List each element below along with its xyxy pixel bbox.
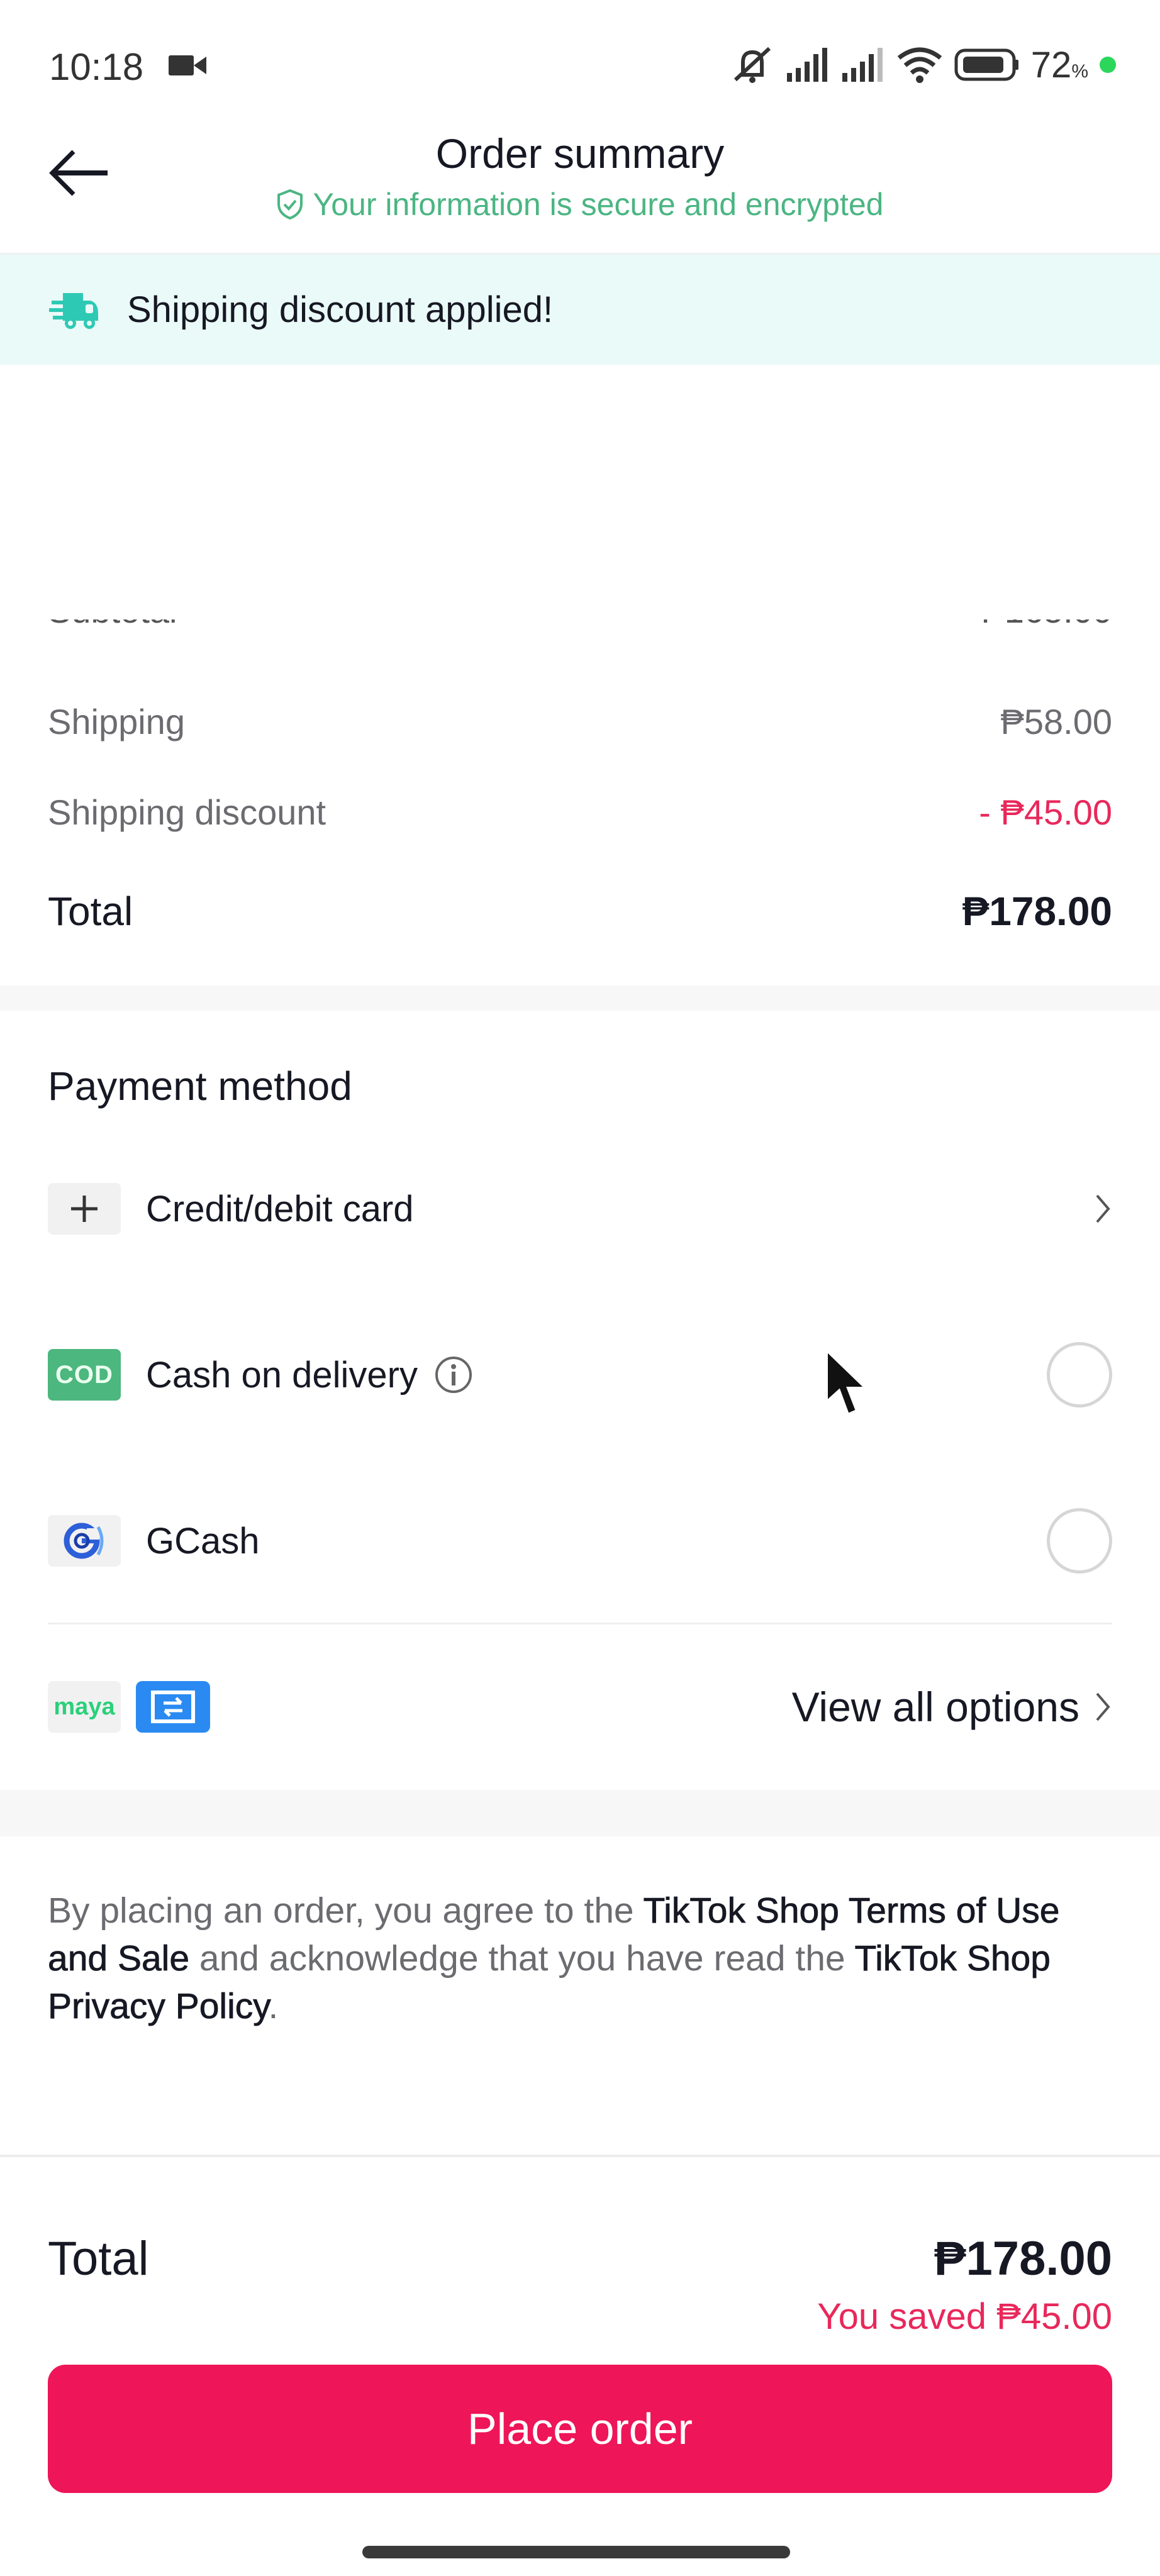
mouse-cursor-icon: [825, 1349, 869, 1416]
footer-total-label: Total: [48, 2232, 149, 2285]
bank-transfer-icon: [136, 1681, 210, 1733]
page-title: Order summary: [435, 130, 725, 177]
battery-percent-suffix: %: [1071, 60, 1088, 82]
view-all-options-link[interactable]: View all options: [792, 1683, 1112, 1731]
terms-middle: and acknowledge that you have read the: [189, 1938, 855, 1979]
radio-unselected[interactable]: [1047, 1342, 1112, 1407]
gcash-radio[interactable]: [1047, 1508, 1112, 1574]
info-icon[interactable]: [434, 1355, 473, 1394]
silent-mode-icon: [733, 47, 771, 83]
total-row: Total ₱178.00: [48, 888, 1112, 935]
cod-label: Cash on delivery: [146, 1354, 418, 1396]
plus-icon: [48, 1183, 121, 1235]
video-recording-icon: [169, 55, 206, 75]
shipping-discount-label: Shipping discount: [48, 792, 326, 832]
shipping-discount-banner: Shipping discount applied!: [0, 253, 1160, 365]
cod-badge-icon: COD: [48, 1349, 121, 1401]
banner-text: Shipping discount applied!: [127, 289, 554, 330]
payment-option-credit-card[interactable]: Credit/debit card: [48, 1165, 1112, 1253]
credit-card-label: Credit/debit card: [146, 1188, 414, 1230]
total-label: Total: [48, 889, 133, 934]
wifi-icon: [897, 47, 942, 83]
footer-total-value: ₱178.00: [934, 2232, 1112, 2285]
signal-icon: [842, 48, 883, 82]
view-all-options-label: View all options: [791, 1684, 1079, 1730]
section-separator: [0, 985, 1160, 1011]
status-time: 10:18: [49, 46, 144, 88]
subtotal-row-partial: Subtotal ₱165.00: [48, 619, 1112, 646]
payment-option-gcash[interactable]: GCash: [48, 1497, 1112, 1585]
battery-percent: 72%: [1031, 44, 1088, 86]
chevron-right-icon: [1096, 1692, 1110, 1721]
battery-icon: [954, 48, 1018, 81]
secure-text: Your information is secure and encrypted: [313, 187, 884, 222]
payment-divider: [48, 1623, 1112, 1624]
view-all-options-row[interactable]: maya View all options: [48, 1663, 1112, 1751]
terms-notice: By placing an order, you agree to the Ti…: [48, 1887, 1066, 2030]
radio-unselected[interactable]: [1047, 1508, 1112, 1574]
shipping-discount-row: Shipping discount - ₱45.00: [48, 792, 1112, 833]
place-order-button[interactable]: Place order: [48, 2365, 1112, 2493]
shield-check-icon: [277, 189, 303, 220]
subtotal-label: Subtotal: [48, 619, 177, 631]
payment-method-title: Payment method: [48, 1063, 352, 1109]
payment-option-cod[interactable]: COD Cash on delivery: [48, 1331, 1112, 1419]
home-indicator[interactable]: [362, 2546, 790, 2558]
signal-icon: [786, 48, 827, 82]
section-separator: [0, 1790, 1160, 1836]
shipping-label: Shipping: [48, 702, 185, 741]
terms-prefix: By placing an order, you agree to the: [48, 1890, 644, 1931]
gcash-label: GCash: [146, 1520, 260, 1562]
maya-logo-icon: maya: [48, 1681, 121, 1733]
cod-radio[interactable]: [1047, 1342, 1112, 1407]
status-icons: 72%: [730, 43, 1116, 87]
battery-percent-value: 72: [1030, 44, 1072, 86]
charging-dot-icon: [1100, 57, 1116, 73]
subtotal-value: ₱165.00: [981, 619, 1112, 631]
savings-text: You saved ₱45.00: [817, 2296, 1112, 2337]
gcash-logo-icon: [48, 1515, 121, 1567]
fast-delivery-truck-icon: [49, 292, 98, 329]
footer-divider: [0, 2155, 1160, 2157]
chevron-right-icon: [1093, 1193, 1112, 1224]
shipping-discount-value: - ₱45.00: [979, 792, 1112, 832]
total-value: ₱178.00: [962, 889, 1112, 934]
shipping-row: Shipping ₱58.00: [48, 701, 1112, 742]
terms-suffix: .: [268, 1986, 279, 2026]
shipping-value: ₱58.00: [1000, 702, 1113, 741]
secure-notice: Your information is secure and encrypted: [0, 186, 1160, 223]
